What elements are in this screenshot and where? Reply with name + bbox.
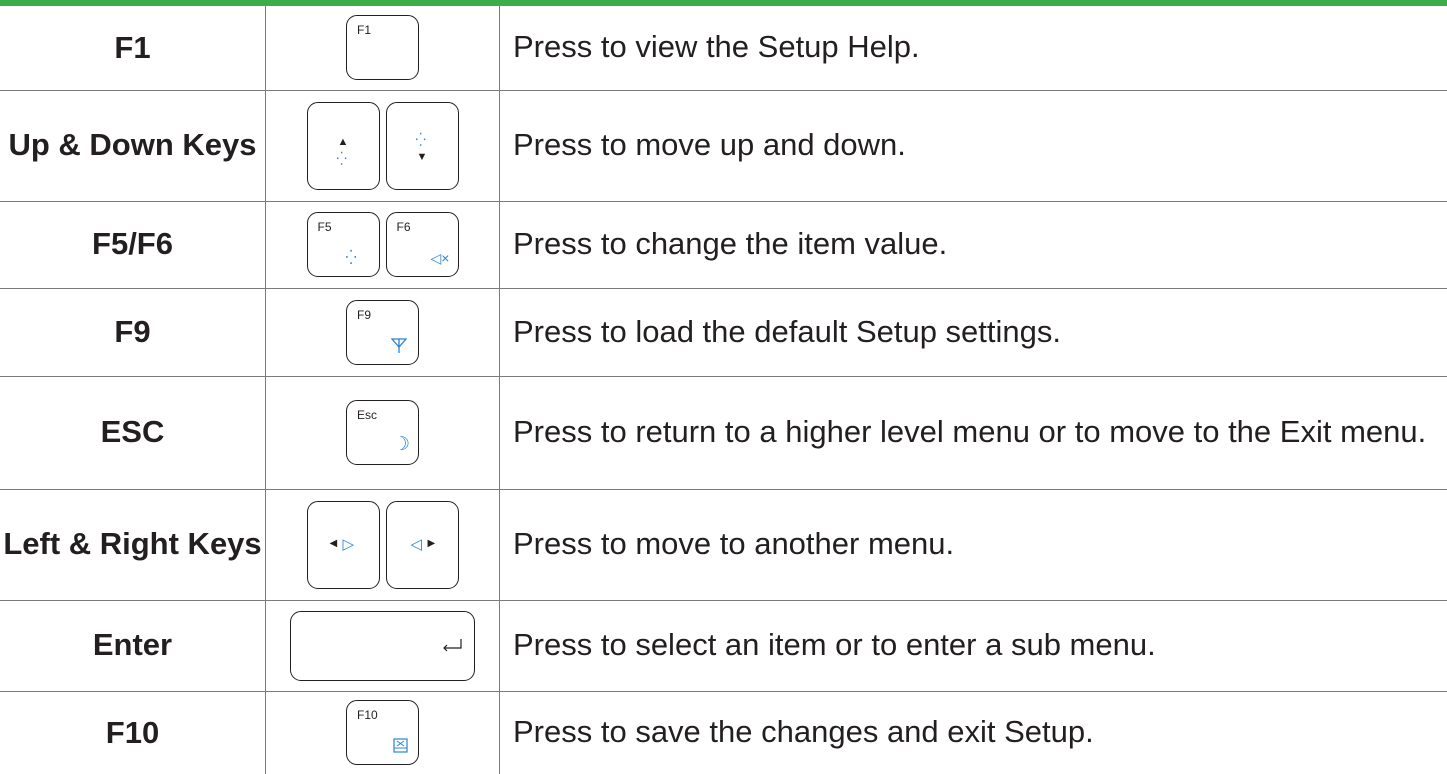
up-key: ▲ ⁛: [306, 101, 380, 190]
brightness-icon: ⁛: [345, 249, 357, 265]
f6-key: F6 ◁×: [385, 212, 459, 277]
key-label: F5: [317, 220, 332, 234]
arrow-down-icon: ▼: [416, 150, 428, 163]
key-name: Enter: [0, 599, 266, 691]
key-description: Press to move to another menu.: [499, 488, 1447, 600]
key-illustration-cell: Esc ☽: [265, 375, 500, 489]
key-illustration-cell: F10: [265, 690, 500, 774]
brightness-icon: ⁛: [336, 150, 347, 166]
key-description: Press to view the Setup Help.: [513, 29, 920, 65]
f9-key: F9: [346, 299, 419, 365]
sleep-moon-icon: ☽: [393, 434, 411, 455]
table-row: Up & Down Keys ▲ ⁛ ⁛ ▼ Press to move up …: [0, 89, 1447, 201]
key-description: Press to return to a higher level menu o…: [499, 375, 1447, 489]
f1-key: F1: [346, 15, 419, 81]
key-illustration-cell: ▲ ⁛ ⁛ ▼: [265, 89, 500, 201]
key-label: F1: [357, 23, 372, 38]
key-name: F5/F6: [0, 200, 266, 288]
arrow-left-icon: ◀: [329, 537, 338, 549]
arrow-right-icon: ▶: [427, 537, 436, 549]
key-label: F9: [357, 307, 372, 322]
key-name: F1: [0, 6, 266, 90]
key-illustration-cell: ◀ ▷ ◁ ▶: [265, 488, 500, 600]
table-row: ESC Esc ☽ Press to return to a higher le…: [0, 375, 1447, 489]
wireless-antenna-icon: [390, 337, 408, 356]
key-description: Press to select an item or to enter a su…: [499, 599, 1447, 691]
key-label: F6: [396, 220, 411, 234]
key-illustration-cell: F9: [265, 287, 500, 376]
key-label: F10: [357, 708, 378, 723]
left-key: ◀ ▷: [306, 500, 380, 589]
f10-key: F10: [346, 700, 419, 766]
key-description: Press to move up and down.: [499, 89, 1447, 201]
enter-key: [290, 610, 475, 681]
enter-return-icon: [441, 638, 463, 654]
arrow-up-icon: ▲: [337, 135, 349, 148]
key-description: Press to save the changes and exit Setup…: [499, 690, 1447, 774]
table-row: F9 F9 Press to load the default Setup se…: [0, 287, 1447, 376]
esc-key: Esc ☽: [346, 400, 419, 465]
table-row: F10 F10 Press to save the changes and ex…: [0, 690, 1447, 774]
key-name: F9: [0, 287, 266, 376]
key-name: Up & Down Keys: [0, 89, 266, 201]
mute-icon: ◁×: [430, 250, 450, 266]
down-key: ⁛ ▼: [385, 101, 459, 190]
key-description: Press to load the default Setup settings…: [499, 287, 1447, 376]
volume-up-icon: ◁: [410, 535, 423, 553]
right-key: ◁ ▶: [385, 500, 459, 589]
key-illustration-cell: F5 ⁛ F6 ◁×: [265, 200, 500, 288]
table-row: F5/F6 F5 ⁛ F6 ◁× Press to change the ite…: [0, 200, 1447, 288]
setup-keys-table: F1 F1 Press to view the Setup Help. Up &…: [0, 6, 1447, 774]
key-name: ESC: [0, 375, 266, 489]
key-illustration-cell: [265, 599, 500, 691]
key-name: F10: [0, 690, 266, 774]
brightness-icon: ⁛: [415, 131, 426, 147]
touchpad-icon: [393, 738, 408, 755]
key-illustration-cell: F1: [265, 6, 500, 90]
f5-key: F5 ⁛: [306, 212, 380, 277]
table-row: Left & Right Keys ◀ ▷ ◁ ▶ Press to move …: [0, 488, 1447, 600]
table-row: Enter Press to select an item or to ente…: [0, 599, 1447, 691]
key-description: Press to change the item value.: [499, 200, 1447, 288]
volume-down-icon: ▷: [342, 535, 355, 553]
key-label: Esc: [357, 408, 378, 422]
key-name: Left & Right Keys: [0, 488, 266, 600]
table-row: F1 F1 Press to view the Setup Help.: [0, 6, 1447, 90]
